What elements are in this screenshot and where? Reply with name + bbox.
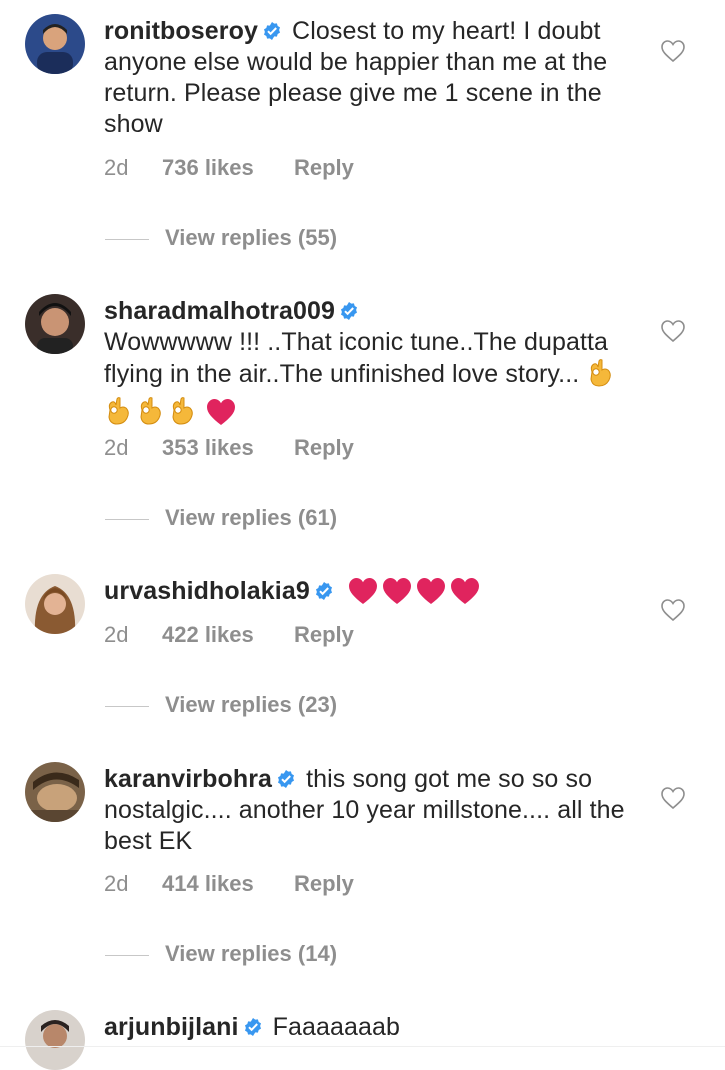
avatar[interactable] — [25, 294, 85, 354]
ok-hand-emoji-icon — [136, 396, 164, 434]
like-heart-icon[interactable] — [660, 39, 686, 63]
view-replies-button[interactable]: View replies (61) — [105, 505, 337, 531]
view-replies-button[interactable]: View replies (55) — [105, 225, 337, 251]
divider — [105, 705, 149, 707]
comment-time: 2d — [104, 155, 129, 180]
avatar[interactable] — [25, 574, 85, 634]
like-heart-icon[interactable] — [660, 786, 686, 810]
red-heart-emoji-icon — [416, 577, 446, 613]
comment-username[interactable]: karanvirbohra — [104, 765, 272, 793]
reply-button[interactable]: Reply — [294, 155, 354, 181]
comment-likes[interactable]: 414 likes — [162, 871, 294, 897]
avatar[interactable] — [25, 14, 85, 74]
divider — [105, 518, 149, 520]
reply-button[interactable]: Reply — [294, 871, 354, 897]
comment-time: 2d — [104, 871, 129, 896]
view-replies-label: View replies (14) — [165, 941, 338, 966]
ok-hand-emoji-icon — [168, 396, 196, 434]
comment-likes[interactable]: 422 likes — [162, 622, 294, 648]
comment-username[interactable]: urvashidholakia9 — [104, 577, 310, 605]
reply-button[interactable]: Reply — [294, 622, 354, 648]
divider — [105, 238, 149, 240]
avatar[interactable] — [25, 762, 85, 822]
comment-likes[interactable]: 736 likes — [162, 155, 294, 181]
comment-username[interactable]: sharadmalhotra009 — [104, 297, 335, 325]
view-replies-label: View replies (61) — [165, 505, 338, 530]
comment-time: 2d — [104, 435, 129, 460]
comment-time: 2d — [104, 622, 129, 647]
comment-username[interactable]: ronitboseroy — [104, 17, 258, 45]
comment-text: Faaaaaaab — [272, 1013, 401, 1041]
verified-badge-icon — [262, 21, 282, 41]
verified-badge-icon — [314, 581, 334, 601]
red-heart-emoji-icon — [450, 577, 480, 613]
avatar[interactable] — [25, 1010, 85, 1070]
red-heart-emoji-icon — [348, 577, 378, 613]
bottom-divider — [0, 1046, 725, 1047]
comment-username[interactable]: arjunbijlani — [104, 1013, 239, 1041]
view-replies-label: View replies (55) — [165, 225, 338, 250]
ok-hand-emoji-icon — [586, 358, 614, 396]
ok-hand-emoji-icon — [104, 396, 132, 434]
verified-badge-icon — [339, 301, 359, 321]
like-heart-icon[interactable] — [660, 319, 686, 343]
red-heart-emoji-icon — [206, 398, 236, 434]
like-heart-icon[interactable] — [660, 598, 686, 622]
comment-likes[interactable]: 353 likes — [162, 435, 294, 461]
red-heart-emoji-icon — [382, 577, 412, 613]
view-replies-button[interactable]: View replies (23) — [105, 692, 337, 718]
reply-button[interactable]: Reply — [294, 435, 354, 461]
comment-text: Wowwwww !!! ..That iconic tune..The dupa… — [104, 328, 609, 388]
divider — [105, 954, 149, 956]
view-replies-button[interactable]: View replies (14) — [105, 941, 337, 967]
verified-badge-icon — [243, 1017, 263, 1037]
view-replies-label: View replies (23) — [165, 692, 338, 717]
verified-badge-icon — [276, 769, 296, 789]
